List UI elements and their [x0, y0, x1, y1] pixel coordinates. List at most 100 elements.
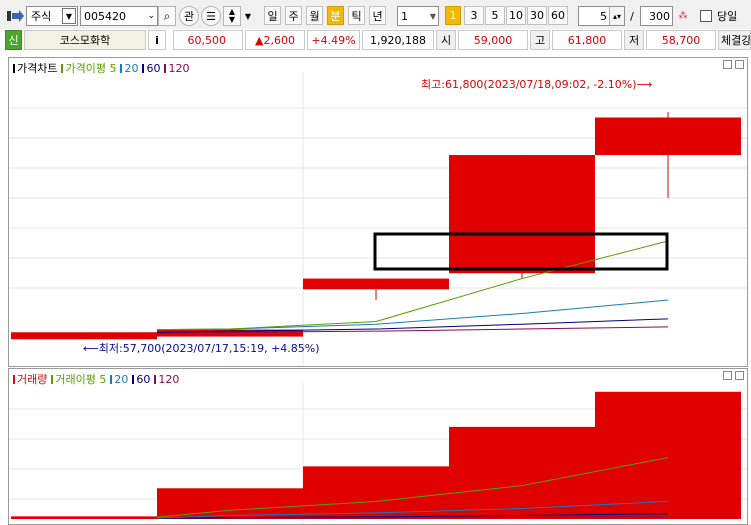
period-tick-button[interactable]: 틱 — [348, 6, 365, 25]
legend-volume-ma5[interactable]: 거래이평 5 — [51, 371, 106, 387]
market-badge-label: 신 — [8, 34, 19, 47]
minimize-pane-icon[interactable] — [723, 371, 732, 380]
period-day-button[interactable]: 일 — [264, 6, 281, 25]
minute-5-button[interactable]: 5 — [485, 6, 505, 25]
chevron-down-icon[interactable]: ▼ — [62, 8, 76, 24]
settings-icon[interactable]: ☰ — [201, 6, 221, 26]
watchlist-button[interactable]: 관 — [179, 6, 199, 26]
period-minute-button[interactable]: 분 — [327, 6, 344, 25]
watchlist-label: 관 — [183, 10, 195, 23]
legend-price-ma5[interactable]: 가격이평 5 — [61, 60, 116, 76]
period-label: 틱 — [351, 9, 362, 23]
low-price-value: 58,700 — [661, 33, 701, 47]
stock-code-value: 005420 — [84, 9, 126, 23]
count-separator: / — [630, 9, 634, 23]
volume-chart-canvas[interactable] — [9, 369, 747, 524]
stepper-arrows-icon[interactable]: ▴▾ — [609, 7, 624, 25]
volume-chart-pane[interactable]: 거래량 거래이평 5 20 60 120 — [8, 368, 748, 525]
minute-label: 10 — [509, 9, 523, 22]
current-price-value: 60,500 — [187, 33, 227, 47]
legend-price-chart[interactable]: 가격차트 — [13, 60, 57, 76]
minute-3-button[interactable]: 3 — [464, 6, 484, 25]
volume-legend: 거래량 거래이평 5 20 60 120 — [13, 371, 179, 387]
price-ma20-line — [156, 299, 669, 331]
high-label-text: 고 — [534, 34, 546, 47]
min-price-annotation: ⟵최저:57,700(2023/07/17,15:19, +4.85%) — [83, 342, 320, 355]
price-legend: 가격차트 가격이평 5 20 60 120 — [13, 60, 189, 76]
minute-label: 30 — [530, 9, 544, 22]
price-chart-canvas[interactable] — [9, 58, 747, 366]
minimize-pane-icon[interactable] — [723, 60, 732, 69]
chevron-down-icon[interactable]: ▼ — [430, 12, 436, 21]
trade-strength-text: 체결강 — [721, 34, 751, 47]
open-label-text: 시 — [440, 34, 452, 47]
trade-strength-label: 체결강 — [718, 30, 751, 50]
legend-price-ma60[interactable]: 60 — [142, 62, 160, 75]
stock-code-input[interactable]: 005420 ⌄ — [80, 6, 158, 26]
legend-volume-ma20[interactable]: 20 — [110, 373, 128, 386]
legend-volume-ma60[interactable]: 60 — [132, 373, 150, 386]
legend-price-ma120[interactable]: 120 — [164, 62, 189, 75]
candle-body — [303, 278, 449, 290]
low-price: 58,700 — [646, 30, 716, 50]
price-change: ▲2,600 — [245, 30, 305, 50]
high-price-value: 61,800 — [567, 33, 607, 47]
grid-settings-icon[interactable]: ⁂ — [675, 6, 691, 26]
minute-1-button[interactable]: 1 — [445, 6, 461, 25]
high-price: 61,800 — [552, 30, 622, 50]
open-price: 59,000 — [458, 30, 528, 50]
open-label: 시 — [436, 30, 456, 50]
close-pane-icon[interactable] — [735, 371, 744, 380]
info-button[interactable]: i — [148, 30, 166, 50]
minute-10-button[interactable]: 10 — [506, 6, 526, 25]
exit-arrow-icon[interactable] — [6, 6, 26, 26]
checkbox-icon[interactable] — [700, 10, 712, 22]
stock-name: 코스모화학 — [24, 30, 146, 50]
volume-bar — [449, 426, 595, 519]
same-day-checkbox[interactable]: 당일 — [700, 6, 750, 26]
search-button[interactable]: ⌕ — [158, 6, 176, 26]
interval-select[interactable]: 1 ▼ — [397, 6, 439, 26]
minute-label: 1 — [449, 9, 457, 22]
max-price-annotation: 최고:61,800(2023/07/18,09:02, -2.10%)⟶ — [421, 78, 653, 91]
period-month-button[interactable]: 월 — [306, 6, 323, 25]
legend-label: 120 — [158, 372, 180, 386]
open-price-value: 59,000 — [473, 33, 513, 47]
legend-label: 20 — [124, 61, 139, 75]
price-pane-controls — [723, 60, 744, 69]
volume-total: 1,920,188 — [362, 30, 434, 50]
chevron-down-icon[interactable]: ▼ — [241, 6, 255, 26]
count-stepper[interactable]: 5 ▴▾ — [578, 6, 625, 26]
legend-label: 20 — [114, 372, 129, 386]
close-pane-icon[interactable] — [735, 60, 744, 69]
price-chart-pane[interactable]: 가격차트 가격이평 5 20 60 120 최고:61,800(2023/07/… — [8, 57, 748, 367]
total-count-value: 300 — [649, 9, 670, 23]
period-label: 분 — [330, 9, 341, 23]
minute-label: 60 — [551, 9, 565, 22]
legend-label: 거래이평 5 — [55, 373, 107, 386]
volume-pane-controls — [723, 371, 744, 380]
minute-60-button[interactable]: 60 — [548, 6, 568, 25]
high-label: 고 — [530, 30, 550, 50]
chevron-down-icon[interactable]: ⌄ — [147, 11, 155, 21]
period-label: 년 — [372, 9, 383, 23]
legend-volume[interactable]: 거래량 — [13, 371, 47, 387]
period-year-button[interactable]: 년 — [369, 6, 386, 25]
up-down-stepper[interactable]: ▲ ▼ — [223, 6, 241, 26]
market-type-select[interactable]: 주식 ▼ — [26, 6, 78, 26]
interval-value: 1 — [401, 9, 408, 23]
legend-label: 120 — [168, 61, 190, 75]
toolbar: 주식 ▼ 005420 ⌄ ⌕ 관 ☰ ▲ ▼ ▼ 일 주 월 분 틱 년 1 ▼… — [0, 0, 751, 30]
market-type-value: 주식 — [31, 10, 52, 23]
legend-label: 60 — [146, 61, 161, 75]
quote-bar: 신 코스모화학 i 60,500 ▲2,600 +4.49% 1,920,188… — [0, 29, 751, 51]
minute-30-button[interactable]: 30 — [527, 6, 547, 25]
total-count-input[interactable]: 300 — [640, 6, 673, 26]
minute-label: 3 — [470, 9, 478, 22]
period-week-button[interactable]: 주 — [285, 6, 302, 25]
legend-label: 거래량 — [17, 373, 48, 386]
legend-price-ma20[interactable]: 20 — [120, 62, 138, 75]
period-label: 일 — [267, 9, 278, 23]
price-change-value: ▲2,600 — [255, 33, 295, 47]
legend-volume-ma120[interactable]: 120 — [154, 373, 179, 386]
